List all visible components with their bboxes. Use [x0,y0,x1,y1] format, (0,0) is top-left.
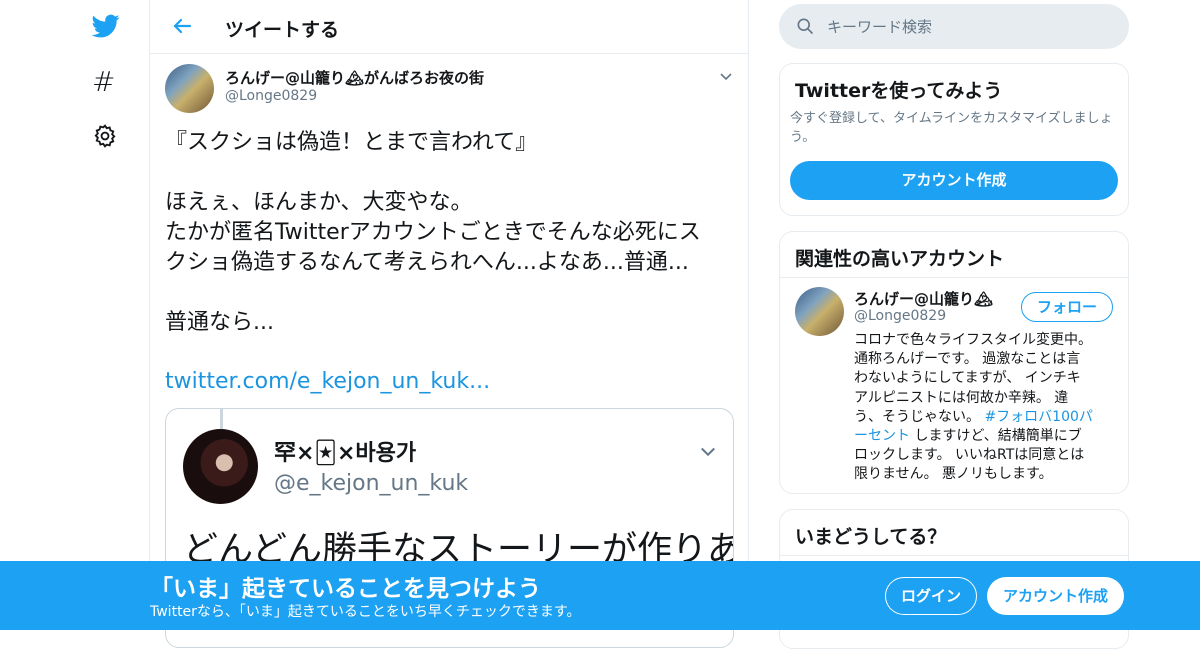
page-header: ツイートする [150,0,749,54]
login-button[interactable]: ログイン [885,577,977,615]
tweet-line [165,278,740,308]
signup-banner: 「いま」起きていることを見つけよう Twitterなら、「いま」起きていることを… [0,561,1200,630]
left-nav: # [0,0,150,630]
bio-line: 限りません。 悪ノリもします。 [854,466,1053,483]
banner-title: 「いま」起きていることを見つけよう [150,576,541,602]
bio-line: ーセント しますけど、結構簡単にブ [854,427,1114,446]
back-arrow-icon[interactable] [170,14,194,38]
divider [780,277,1128,278]
hashtag-icon[interactable]: # [92,66,115,98]
tweet-line: たかが匿名Twitterアカウントごときでそんな必死にス [165,220,701,245]
create-account-button[interactable]: アカウント作成 [790,161,1118,200]
quoted-author-name: 罕×🃏×바용가 [274,441,417,466]
gear-icon[interactable] [92,123,118,149]
hashtag-link[interactable]: ーセント [854,428,910,444]
signup-panel: Twitterを使ってみよう 今すぐ登録して、タイムラインをカスタマイズしましょ… [779,63,1129,216]
avatar [183,429,258,504]
bio-text: う、そうじゃない。 [854,408,985,425]
tweet-author-name[interactable]: ろんげー@山籠り🏔がんばろお夜の街 [225,67,484,88]
tweet-line [165,158,740,188]
page-title: ツイートする [225,19,340,41]
related-accounts-panel: 関連性の高いアカウント ろんげー@山籠り🏔 @Longe0829 フォロー コロ… [779,231,1129,494]
tweet-text: 『スクショは偽造！とまで言われて』 ほえぇ、ほんまか、大変やな。 たかが匿名Tw… [165,128,740,338]
bio-line: 通称ろんげーです。 過激なことは言 [854,351,1081,368]
account-bio: コロナで色々ライフスタイル変更中。 通称ろんげーです。 過激なことは言 わないよ… [854,331,1114,485]
bio-line: わないようにしてますが、 インチキ [854,370,1081,387]
signup-button[interactable]: アカウント作成 [987,577,1124,615]
twitter-bird-icon[interactable] [90,12,122,40]
bio-line: アルピニストには何故か辛辣。 違 [854,389,1069,406]
follow-button[interactable]: フォロー [1021,292,1113,322]
tweet-line: 普通なら... [165,310,274,335]
chevron-down-icon [698,441,718,461]
bio-line: う、そうじゃない。 #フォロバ100パ [854,408,1114,427]
search-input[interactable] [827,4,1117,49]
search-icon [795,16,815,36]
banner-subtitle: Twitterなら、「いま」起きていることをいち早くチェックできます。 [150,604,581,620]
bio-line: コロナで色々ライフスタイル変更中。 [854,332,1092,348]
panel-title: いまどうしてる？ [795,526,947,548]
chevron-down-icon[interactable] [718,68,734,84]
thread-line [220,409,223,429]
search-box[interactable] [779,4,1129,49]
quoted-author-handle: @e_kejon_un_kuk [274,471,469,496]
avatar[interactable] [795,287,844,336]
bio-text: しますけど、結構簡単にブ [910,428,1082,445]
panel-description: 今すぐ登録して、タイムラインをカスタマイズしましょう。 [790,111,1113,145]
avatar[interactable] [165,64,214,113]
related-account-name[interactable]: ろんげー@山籠り🏔 [854,288,993,309]
tweet-line: ほえぇ、ほんまか、大変やな。 [165,190,473,215]
related-account-handle[interactable]: @Longe0829 [854,308,946,324]
divider [780,555,1128,556]
tweet-link[interactable]: twitter.com/e_kejon_un_kuk... [165,369,490,394]
tweet-line: 『スクショは偽造！とまで言われて』 [165,130,538,155]
main-column: ツイートする ろんげー@山籠り🏔がんばろお夜の街 @Longe0829 『スクシ… [149,0,749,648]
tweet-line: クショ偽造するなんて考えられへん...よなあ...普通... [165,250,689,275]
bio-line: ロックします。 いいねRTは同意とは [854,447,1085,464]
tweet-author-handle[interactable]: @Longe0829 [225,88,317,104]
panel-title: 関連性の高いアカウント [795,248,1005,270]
panel-title: Twitterを使ってみよう [795,80,1003,102]
hashtag-link[interactable]: #フォロバ100パ [984,409,1092,425]
